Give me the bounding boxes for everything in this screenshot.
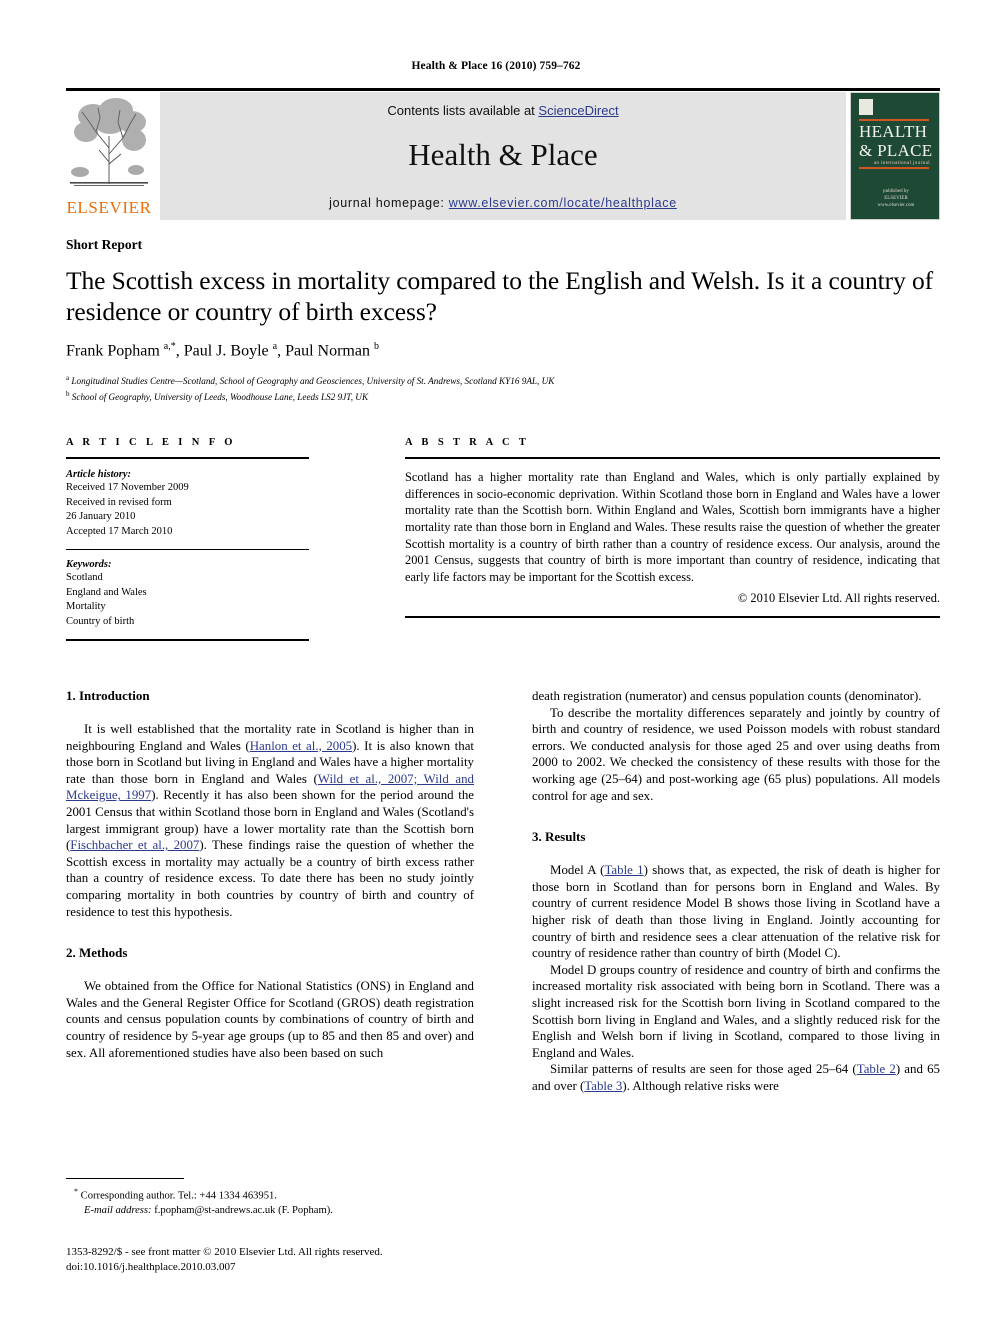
elsevier-wordmark: ELSEVIER — [66, 198, 152, 217]
results-paragraph-2: Model D groups country of residence and … — [532, 962, 940, 1060]
email-link[interactable]: f.popham@st-andrews.ac.uk (F. Popham). — [154, 1205, 333, 1216]
masthead-banner: Contents lists available at ScienceDirec… — [160, 92, 846, 220]
contents-available-line: Contents lists available at ScienceDirec… — [160, 103, 846, 118]
article-history-line: Received in revised form — [66, 496, 172, 508]
cover-subtitle: an international journal — [873, 161, 930, 166]
section-heading-methods: 2. Methods — [66, 945, 128, 961]
journal-homepage-link[interactable]: www.elsevier.com/locate/healthplace — [449, 196, 677, 210]
body-column-left: 1. Introduction It is well established t… — [66, 688, 474, 1061]
journal-article-page: Health & Place 16 (2010) 759–762 ELSEVIE… — [0, 0, 992, 1323]
author-list: Frank Popham a,*, Paul J. Boyle a, Paul … — [66, 341, 379, 360]
journal-title: Health & Place — [408, 137, 598, 172]
intro-paragraph: It is well established that the mortalit… — [66, 721, 474, 920]
results-text-c: Similar patterns of results are seen for… — [550, 1062, 857, 1077]
table-1-link[interactable]: Table 1 — [604, 863, 643, 877]
body-column-right: death registration (numerator) and censu… — [532, 688, 940, 1094]
corresponding-author-note: * Corresponding author. Tel.: +44 1334 4… — [74, 1185, 474, 1204]
sciencedirect-link[interactable]: ScienceDirect — [538, 103, 618, 118]
abstract-rule-top — [405, 457, 940, 460]
keyword-item: Scotland — [66, 572, 103, 584]
article-history-line: 26 January 2010 — [66, 511, 136, 523]
imprint-line-1: 1353-8292/$ - see front matter © 2010 El… — [66, 1246, 383, 1258]
abstract-text: Scotland has a higher mortality rate tha… — [405, 470, 940, 584]
article-history-line: Accepted 17 March 2010 — [66, 525, 173, 537]
cover-rule-top — [859, 119, 929, 121]
corresponding-author-text: Corresponding author. Tel.: +44 1334 463… — [80, 1190, 277, 1202]
asterisk-icon: * — [74, 1187, 78, 1196]
footnote-block: * Corresponding author. Tel.: +44 1334 4… — [66, 1178, 474, 1218]
journal-cover-thumbnail[interactable]: HEALTH & PLACE an international journal … — [850, 92, 940, 220]
footnote-rule — [66, 1178, 184, 1179]
cover-title-line1: HEALTH — [859, 122, 928, 141]
page-title: The Scottish excess in mortality compare… — [66, 266, 934, 326]
abstract-column: A B S T R A C T Scotland has a higher mo… — [405, 437, 940, 627]
article-history-line: Received 17 November 2009 — [66, 482, 189, 494]
affiliation-mark-b: b — [66, 390, 70, 399]
elsevier-tree-icon — [70, 98, 148, 186]
affiliation-b: b School of Geography, University of Lee… — [66, 388, 940, 404]
article-info-rule-bottom — [66, 639, 309, 641]
methods-paragraph-1-continued: death registration (numerator) and censu… — [532, 689, 922, 703]
methods-paragraph-2: To describe the mortality differences se… — [532, 705, 940, 803]
title-block: Short Report The Scottish excess in mort… — [66, 237, 940, 404]
affiliation-mark-a: a — [66, 374, 70, 383]
article-info-rule-top — [66, 457, 309, 460]
elsevier-logo: ELSEVIER — [66, 92, 152, 220]
email-label: E-mail address: — [84, 1204, 152, 1216]
article-info-rule-middle — [66, 549, 309, 551]
article-history-label: Article history: — [66, 469, 132, 481]
copyright-line: © 2010 Elsevier Ltd. All rights reserved… — [737, 591, 940, 606]
contents-prefix-text: Contents lists available at — [387, 103, 539, 118]
imprint-block: 1353-8292/$ - see front matter © 2010 El… — [66, 1245, 526, 1274]
cover-footer-text: published by ELSEVIER www.elsevier.com — [877, 189, 915, 208]
results-text-b: ) shows that, as expected, the risk of d… — [532, 863, 940, 961]
cover-rule-bottom — [859, 167, 929, 169]
citation-fischbacher-2007[interactable]: Fischbacher et al., 2007 — [70, 838, 199, 852]
article-doctype: Short Report — [66, 237, 143, 252]
email-note: E-mail address: f.popham@st-andrews.ac.u… — [84, 1204, 474, 1218]
imprint-line-2: doi:10.1016/j.healthplace.2010.03.007 — [66, 1260, 236, 1273]
table-3-link[interactable]: Table 3 — [584, 1079, 622, 1093]
keyword-item: England and Wales — [66, 586, 147, 598]
keywords-label: Keywords: — [66, 559, 112, 571]
results-paragraph-3: Similar patterns of results are seen for… — [532, 1061, 940, 1094]
affiliation-a: a Longitudinal Studies Centre—Scotland, … — [66, 372, 940, 388]
homepage-prefix-text: journal homepage: — [329, 196, 449, 210]
section-heading-introduction: 1. Introduction — [66, 688, 150, 703]
journal-homepage-line: journal homepage: www.elsevier.com/locat… — [160, 196, 846, 210]
running-head: Health & Place 16 (2010) 759–762 — [411, 60, 581, 72]
keyword-item: Mortality — [66, 601, 106, 613]
cover-emblem-icon — [859, 99, 873, 115]
cover-title-line2: & PLACE — [859, 141, 933, 160]
abstract-rule-bottom — [405, 616, 940, 618]
article-body: 1. Introduction It is well established t… — [66, 688, 940, 1208]
results-text-a: Model A ( — [550, 863, 605, 878]
journal-masthead: ELSEVIER Contents lists available at Sci… — [66, 88, 940, 220]
article-info-heading: A R T I C L E I N F O — [66, 437, 236, 448]
affiliation-a-text: Longitudinal Studies Centre—Scotland, Sc… — [71, 376, 555, 387]
section-heading-results: 3. Results — [532, 829, 586, 845]
results-text-e: ). Although relative risks were — [622, 1078, 779, 1093]
methods-paragraph-1: We obtained from the Office for National… — [66, 979, 474, 1060]
citation-hanlon-2005[interactable]: Hanlon et al., 2005 — [250, 739, 352, 753]
table-2-link[interactable]: Table 2 — [857, 1062, 896, 1076]
affiliation-b-text: School of Geography, University of Leeds… — [71, 392, 369, 403]
article-info-column: A R T I C L E I N F O Article history: R… — [66, 437, 309, 650]
keyword-item: Country of birth — [66, 615, 135, 627]
masthead-top-rule — [66, 88, 940, 91]
abstract-heading: A B S T R A C T — [405, 437, 530, 448]
results-paragraph-1: Model A (Table 1) shows that, as expecte… — [532, 862, 940, 962]
